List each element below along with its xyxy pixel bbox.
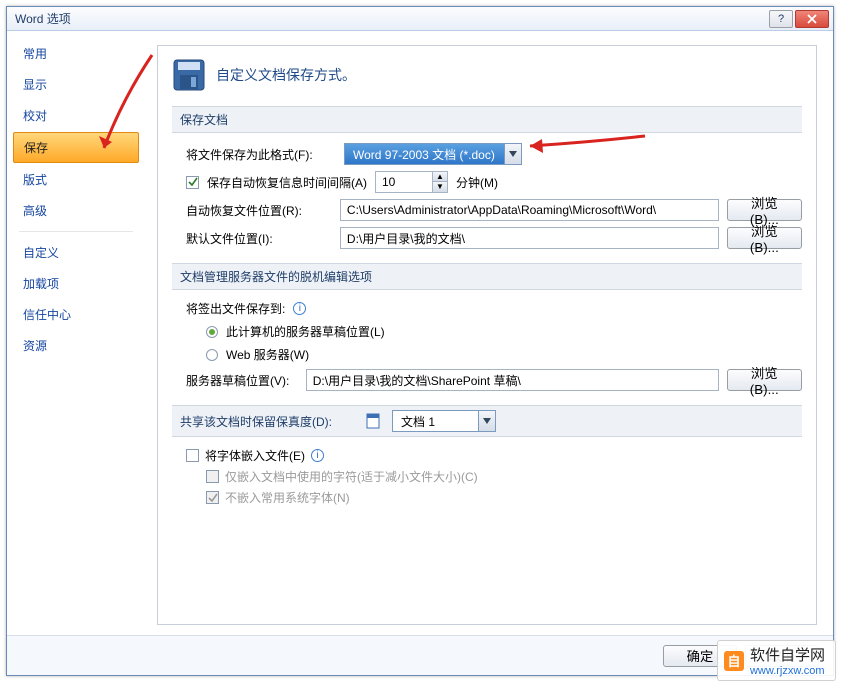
row-radio-local: 此计算机的服务器草稿位置(L)	[206, 323, 802, 340]
row-default-path: 默认文件位置(I): 浏览(B)...	[186, 227, 802, 249]
autosave-checkbox[interactable]	[186, 176, 199, 189]
titlebar: Word 选项 ?	[7, 7, 833, 31]
fidelity-doc-dropdown[interactable]: 文档 1	[392, 410, 496, 432]
spinner[interactable]: ▲▼	[433, 171, 448, 193]
autosave-label: 保存自动恢复信息时间间隔(A)	[207, 174, 367, 191]
section-fidelity: 共享该文档时保留保真度(D): 文档 1	[172, 405, 802, 437]
minutes-label: 分钟(M)	[456, 174, 498, 191]
sidebar-item-save[interactable]: 保存	[13, 132, 139, 163]
recover-path-input[interactable]	[340, 199, 719, 221]
options-dialog: Word 选项 ? 常用 显示 校对 保存 版式 高级 自定义 加载项 信任中心…	[6, 6, 834, 676]
save-header-icon	[172, 58, 206, 92]
watermark-url: www.rjzxw.com	[750, 665, 825, 677]
radio-web[interactable]	[206, 349, 218, 361]
sidebar-item-trust[interactable]: 信任中心	[13, 300, 139, 329]
content: 自定义文档保存方式。 保存文档 将文件保存为此格式(F): Word 97-20…	[145, 31, 833, 635]
separator	[19, 231, 133, 232]
sidebar-item-resources[interactable]: 资源	[13, 331, 139, 360]
skip-system-checkbox	[206, 491, 219, 504]
dialog-body: 常用 显示 校对 保存 版式 高级 自定义 加载项 信任中心 资源	[7, 31, 833, 635]
close-button[interactable]	[795, 10, 829, 28]
window-title: Word 选项	[15, 10, 769, 27]
watermark: 自 软件自学网 www.rjzxw.com	[717, 640, 836, 681]
row-embed-fonts: 将字体嵌入文件(E) i	[186, 447, 802, 464]
row-draft-path: 服务器草稿位置(V): 浏览(B)...	[186, 369, 802, 391]
sidebar: 常用 显示 校对 保存 版式 高级 自定义 加载项 信任中心 资源	[7, 31, 145, 635]
autosave-value[interactable]	[375, 171, 433, 193]
info-icon[interactable]: i	[293, 302, 306, 315]
sidebar-item-addins[interactable]: 加载项	[13, 269, 139, 298]
browse-recover-button[interactable]: 浏览(B)...	[727, 199, 802, 221]
page-header: 自定义文档保存方式。	[172, 58, 802, 92]
radio-web-label: Web 服务器(W)	[226, 346, 309, 363]
watermark-logo-icon: 自	[724, 651, 744, 671]
window-buttons: ?	[769, 10, 829, 28]
dialog-footer: 确定 取消	[7, 635, 833, 675]
watermark-brand: 软件自学网	[750, 644, 825, 665]
radio-local[interactable]	[206, 326, 218, 338]
save-format-label: 将文件保存为此格式(F):	[186, 146, 336, 163]
default-path-input[interactable]	[340, 227, 719, 249]
saveto-label: 将签出文件保存到:	[186, 300, 285, 317]
content-panel: 自定义文档保存方式。 保存文档 将文件保存为此格式(F): Word 97-20…	[157, 45, 817, 625]
page-title: 自定义文档保存方式。	[216, 65, 356, 85]
sidebar-item-common[interactable]: 常用	[13, 39, 139, 68]
row-recover-path: 自动恢复文件位置(R): 浏览(B)...	[186, 199, 802, 221]
row-saveto-label: 将签出文件保存到: i	[186, 300, 802, 317]
section-save-docs: 保存文档	[172, 106, 802, 133]
browse-default-button[interactable]: 浏览(B)...	[727, 227, 802, 249]
radio-local-label: 此计算机的服务器草稿位置(L)	[226, 323, 385, 340]
embed-used-label: 仅嵌入文档中使用的字符(适于减小文件大小)(C)	[225, 468, 478, 485]
sidebar-item-layout[interactable]: 版式	[13, 165, 139, 194]
recover-label: 自动恢复文件位置(R):	[186, 202, 332, 219]
sidebar-item-display[interactable]: 显示	[13, 70, 139, 99]
chevron-down-icon	[478, 410, 496, 432]
row-skip-system: 不嵌入常用系统字体(N)	[206, 489, 802, 506]
fidelity-label: 共享该文档时保留保真度(D):	[180, 413, 332, 430]
autosave-interval[interactable]: ▲▼	[375, 171, 448, 193]
embed-fonts-label: 将字体嵌入文件(E)	[205, 447, 305, 464]
draft-label: 服务器草稿位置(V):	[186, 372, 298, 389]
row-autosave: 保存自动恢复信息时间间隔(A) ▲▼ 分钟(M)	[186, 171, 802, 193]
save-format-dropdown[interactable]: Word 97-2003 文档 (*.doc)	[344, 143, 522, 165]
sidebar-item-customize[interactable]: 自定义	[13, 238, 139, 267]
browse-draft-button[interactable]: 浏览(B)...	[727, 369, 803, 391]
default-label: 默认文件位置(I):	[186, 230, 332, 247]
sidebar-item-proofing[interactable]: 校对	[13, 101, 139, 130]
draft-path-input[interactable]	[306, 369, 719, 391]
section-offline: 文档管理服务器文件的脱机编辑选项	[172, 263, 802, 290]
info-icon[interactable]: i	[311, 449, 324, 462]
document-icon	[364, 412, 382, 430]
row-embed-used-only: 仅嵌入文档中使用的字符(适于减小文件大小)(C)	[206, 468, 802, 485]
skip-system-label: 不嵌入常用系统字体(N)	[225, 489, 350, 506]
row-save-format: 将文件保存为此格式(F): Word 97-2003 文档 (*.doc)	[186, 143, 802, 165]
fidelity-doc-value: 文档 1	[392, 410, 478, 432]
row-radio-web: Web 服务器(W)	[206, 346, 802, 363]
help-button[interactable]: ?	[769, 10, 793, 28]
save-format-value: Word 97-2003 文档 (*.doc)	[344, 143, 504, 165]
sidebar-item-advanced[interactable]: 高级	[13, 196, 139, 225]
embed-used-checkbox	[206, 470, 219, 483]
embed-fonts-checkbox[interactable]	[186, 449, 199, 462]
chevron-down-icon	[504, 143, 522, 165]
close-icon	[807, 14, 817, 24]
